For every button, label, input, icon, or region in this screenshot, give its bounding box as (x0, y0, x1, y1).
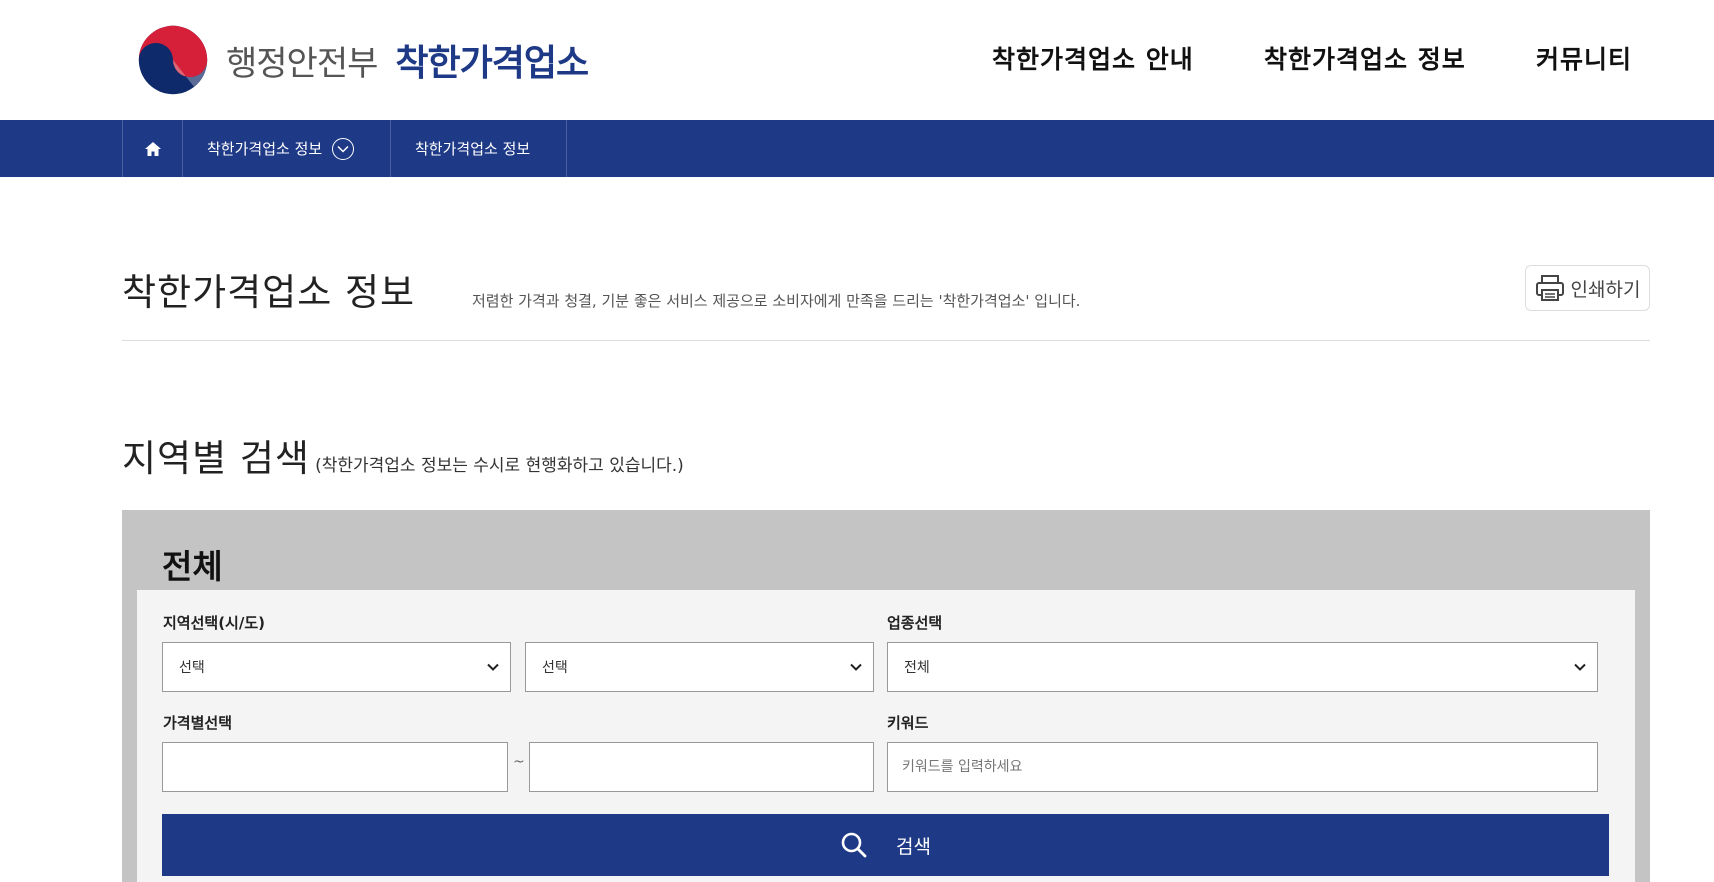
section-note: (착한가격업소 정보는 수시로 현행화하고 있습니다.) (315, 456, 684, 476)
chevron-down-icon (332, 137, 355, 160)
category-value: 전체 (904, 660, 930, 676)
chevron-down-icon (850, 663, 862, 671)
keyword-input[interactable] (887, 742, 1598, 792)
print-button[interactable]: 인쇄하기 (1525, 265, 1650, 311)
home-icon (144, 141, 161, 156)
section-title: 지역별 검색 (122, 437, 310, 480)
region-label: 지역선택(시/도) (163, 614, 265, 632)
price-separator: ~ (513, 754, 525, 770)
search-panel-title: 전체 (162, 547, 223, 586)
category-label: 업종선택 (887, 614, 943, 632)
search-button-label: 검색 (896, 835, 931, 858)
nav-info[interactable]: 착한가격업소 정보 (1264, 40, 1536, 76)
print-label: 인쇄하기 (1570, 278, 1641, 301)
site-header: 행정안전부 착한가격업소 착한가격업소 안내 착한가격업소 정보 커뮤니티 (0, 0, 1714, 120)
ministry-name: 행정안전부 (226, 43, 378, 84)
breadcrumb-item-2: 착한가격업소 정보 (415, 140, 531, 158)
region-province-value: 선택 (179, 660, 205, 676)
page-title: 착한가격업소 정보 (122, 271, 416, 314)
category-select[interactable]: 전체 (887, 642, 1598, 692)
price-label: 가격별선택 (163, 714, 233, 732)
breadcrumb: 착한가격업소 정보 착한가격업소 정보 (122, 120, 567, 177)
site-logo[interactable]: 행정안전부 착한가격업소 (134, 22, 594, 98)
section-heading: 지역별 검색 (착한가격업소 정보는 수시로 현행화하고 있습니다.) (122, 428, 684, 482)
breadcrumb-dropdown[interactable]: 착한가격업소 정보 (183, 120, 391, 177)
breadcrumb-home[interactable] (123, 120, 183, 177)
brand-name: 착한가격업소 (395, 43, 589, 84)
breadcrumb-bar: 착한가격업소 정보 착한가격업소 정보 (0, 120, 1714, 177)
search-form: 지역선택(시/도) 선택 선택 업종선택 전체 가격별선택 ~ 키워드 키워드를… (137, 590, 1635, 882)
price-min-input[interactable] (162, 742, 508, 792)
printer-icon (1535, 275, 1564, 301)
breadcrumb-item-1: 착한가격업소 정보 (207, 140, 323, 158)
price-max-input[interactable] (529, 742, 874, 792)
search-icon (841, 832, 867, 858)
region-province-select[interactable]: 선택 (162, 642, 511, 692)
breadcrumb-current[interactable]: 착한가격업소 정보 (391, 120, 567, 177)
search-button[interactable]: 검색 (162, 814, 1609, 876)
region-city-select[interactable]: 선택 (525, 642, 874, 692)
chevron-down-icon (1574, 663, 1586, 671)
title-divider (122, 340, 1650, 341)
region-city-value: 선택 (542, 660, 568, 676)
main-nav: 착한가격업소 안내 착한가격업소 정보 커뮤니티 (992, 40, 1632, 76)
nav-community[interactable]: 커뮤니티 (1536, 40, 1632, 76)
chevron-down-icon (487, 663, 499, 671)
page-description: 저렴한 가격과 청결, 기분 좋은 서비스 제공으로 소비자에게 만족을 드리는… (472, 292, 1081, 310)
nav-guide[interactable]: 착한가격업소 안내 (992, 40, 1264, 76)
search-panel: 전체 지역선택(시/도) 선택 선택 업종선택 전체 가격별선택 ~ 키워드 키… (122, 510, 1650, 882)
keyword-label: 키워드 (887, 714, 929, 732)
taegeuk-emblem-icon (138, 25, 208, 95)
